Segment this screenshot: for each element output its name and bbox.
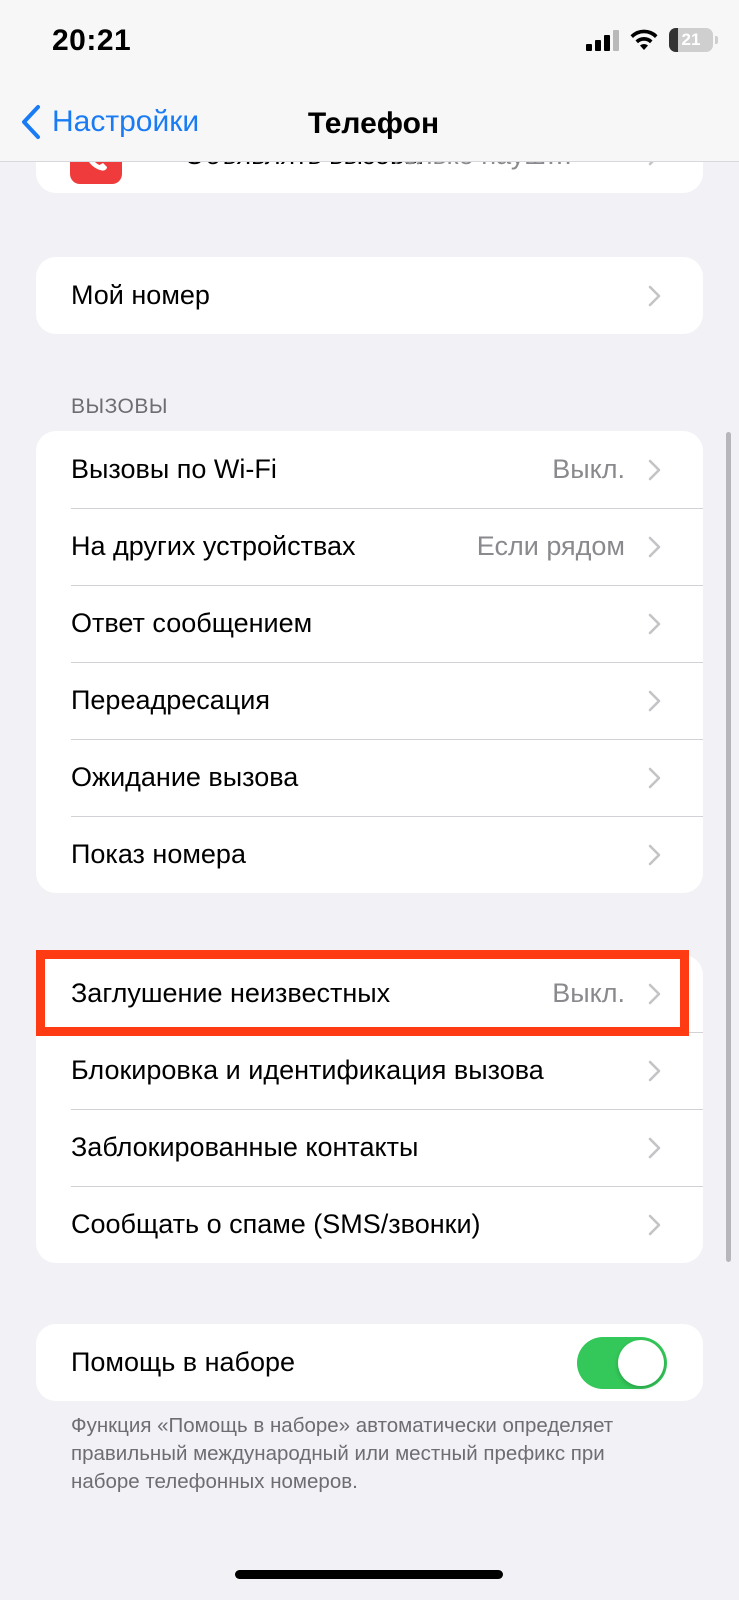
chevron-right-icon — [647, 767, 661, 789]
battery-percent: 21 — [681, 30, 701, 49]
row-label: На других устройствах — [71, 531, 356, 561]
silence-unknown-callers-row[interactable]: Заглушение неизвестных Выкл. — [36, 955, 703, 1032]
row-label: Блокировка и идентификация вызова — [71, 1055, 544, 1085]
chevron-right-icon — [647, 690, 661, 712]
scrollbar[interactable] — [726, 432, 731, 1262]
dial-assist-card: Помощь в наборе — [36, 1324, 703, 1401]
wifi-icon — [630, 29, 658, 50]
row-label: Вызовы по Wi-Fi — [71, 454, 277, 484]
calls-section-header: ВЫЗОВЫ — [71, 395, 168, 418]
toggle-knob — [618, 1339, 664, 1386]
my-number-card: Мой номер — [36, 257, 703, 334]
my-number-row[interactable]: Мой номер — [36, 257, 703, 334]
row-label: Заглушение неизвестных — [71, 978, 391, 1008]
chevron-right-icon — [647, 1137, 661, 1159]
row-label: Показ номера — [71, 839, 246, 869]
status-bar: 20:21 21 — [0, 0, 739, 90]
call-blocking-identification-row[interactable]: Блокировка и идентификация вызова — [36, 1032, 703, 1109]
status-time: 20:21 — [52, 24, 132, 57]
dial-assist-row: Помощь в наборе — [36, 1324, 703, 1401]
row-label: Заблокированные контакты — [71, 1132, 419, 1162]
chevron-right-icon — [647, 613, 661, 635]
dial-assist-footer: Функция «Помощь в наборе» автоматически … — [71, 1414, 614, 1493]
chevron-right-icon — [647, 1060, 661, 1082]
respond-with-text-row[interactable]: Ответ сообщением — [36, 585, 703, 662]
row-label: Ожидание вызова — [71, 762, 299, 792]
chevron-right-icon — [647, 459, 661, 481]
row-label: Переадресация — [71, 685, 270, 715]
row-value: Выкл. — [552, 454, 625, 484]
dial-assist-toggle[interactable] — [577, 1336, 667, 1389]
report-spam-row[interactable]: Сообщать о спаме (SMS/звонки) — [36, 1186, 703, 1263]
chevron-right-icon — [647, 536, 661, 558]
chevron-right-icon — [647, 983, 661, 1005]
dial-assist-label: Помощь в наборе — [71, 1347, 296, 1377]
row-value: Выкл. — [552, 978, 625, 1008]
chevron-right-icon — [647, 285, 661, 307]
call-forwarding-row[interactable]: Переадресация — [36, 662, 703, 739]
battery-icon: 21 — [669, 28, 718, 52]
page-title: Телефон — [307, 107, 440, 140]
call-waiting-row[interactable]: Ожидание вызова — [36, 739, 703, 816]
blocked-contacts-row[interactable]: Заблокированные контакты — [36, 1109, 703, 1186]
home-indicator[interactable] — [235, 1570, 503, 1579]
navigation-bar: Настройки Телефон — [0, 90, 739, 162]
calls-card: Вызовы по Wi-Fi Выкл. На других устройст… — [36, 431, 703, 893]
show-caller-id-row[interactable]: Показ номера — [36, 816, 703, 893]
wifi-calling-row[interactable]: Вызовы по Wi-Fi Выкл. — [36, 431, 703, 508]
my-number-label: Мой номер — [71, 280, 210, 310]
cellular-signal-icon — [586, 29, 619, 51]
row-label: Сообщать о спаме (SMS/звонки) — [71, 1209, 481, 1239]
row-value: Если рядом — [476, 531, 625, 561]
other-devices-row[interactable]: На других устройствах Если рядом — [36, 508, 703, 585]
row-label: Ответ сообщением — [71, 608, 313, 638]
chevron-right-icon — [647, 1214, 661, 1236]
status-icons: 21 — [586, 28, 718, 52]
blocking-card: Заглушение неизвестных Выкл. Блокировка … — [36, 955, 703, 1263]
chevron-right-icon — [647, 844, 661, 866]
